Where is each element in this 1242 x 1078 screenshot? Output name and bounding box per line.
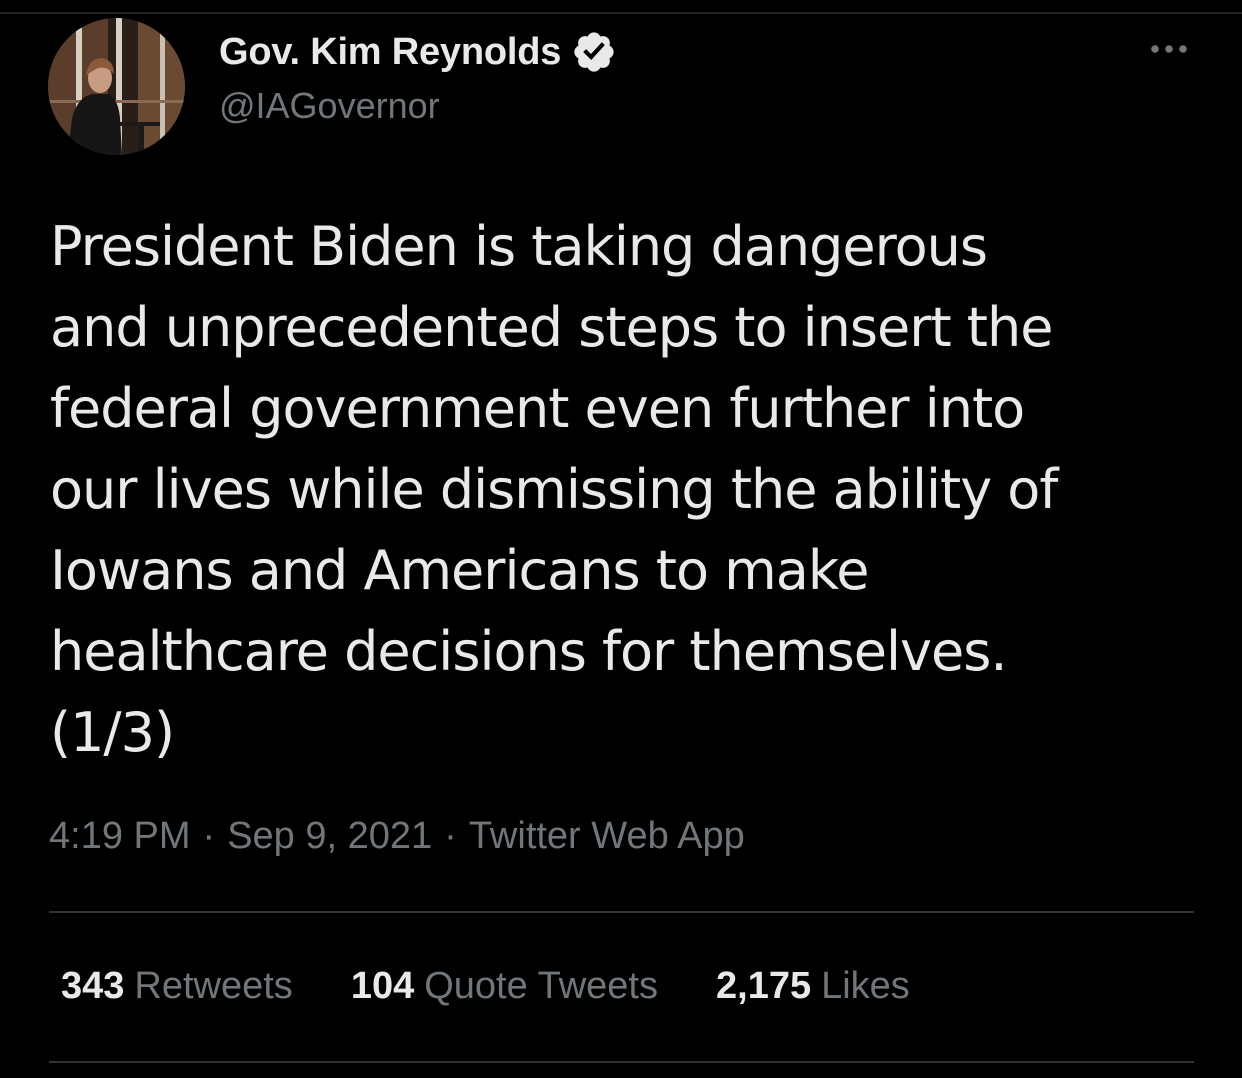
quote-tweets-stat[interactable]: 104 Quote Tweets [351,965,658,1008]
profile-photo-icon [48,18,185,155]
author-name-row: Gov. Kim Reynolds [219,28,617,76]
meta-separator: · [202,815,216,857]
retweets-count: 343 [61,965,125,1007]
avatar[interactable] [48,18,185,155]
tweet-date[interactable]: Sep 9, 2021 [227,815,432,857]
top-divider [0,12,1242,14]
tweet-time[interactable]: 4:19 PM [49,815,191,857]
quote-tweets-label: Quote Tweets [424,965,658,1007]
author-display-name[interactable]: Gov. Kim Reynolds [219,31,561,74]
meta-separator: · [444,815,457,857]
tweet-metadata: 4:19 PM · Sep 9, 2021 · Twitter Web App [49,815,745,858]
retweets-stat[interactable]: 343 Retweets [61,965,293,1008]
quote-tweets-count: 104 [350,965,415,1007]
more-options-icon[interactable] [1143,34,1195,64]
tweet-stats: 343 Retweets 104 Quote Tweets 2,175 Likes [61,965,968,1008]
tweet-source[interactable]: Twitter Web App [469,815,745,857]
likes-count: 2,175 [716,965,812,1007]
likes-stat[interactable]: 2,175 Likes [716,965,910,1008]
likes-label: Likes [821,965,910,1007]
verified-badge-icon [571,29,617,75]
tweet-text: President Biden is taking dangerous and … [50,215,1058,764]
author-handle[interactable]: @IAGovernor [219,85,617,127]
stats-bottom-divider [49,1061,1194,1063]
tweet-author: Gov. Kim Reynolds @IAGovernor [219,28,617,127]
stats-top-divider [49,911,1194,913]
retweets-label: Retweets [134,965,293,1007]
